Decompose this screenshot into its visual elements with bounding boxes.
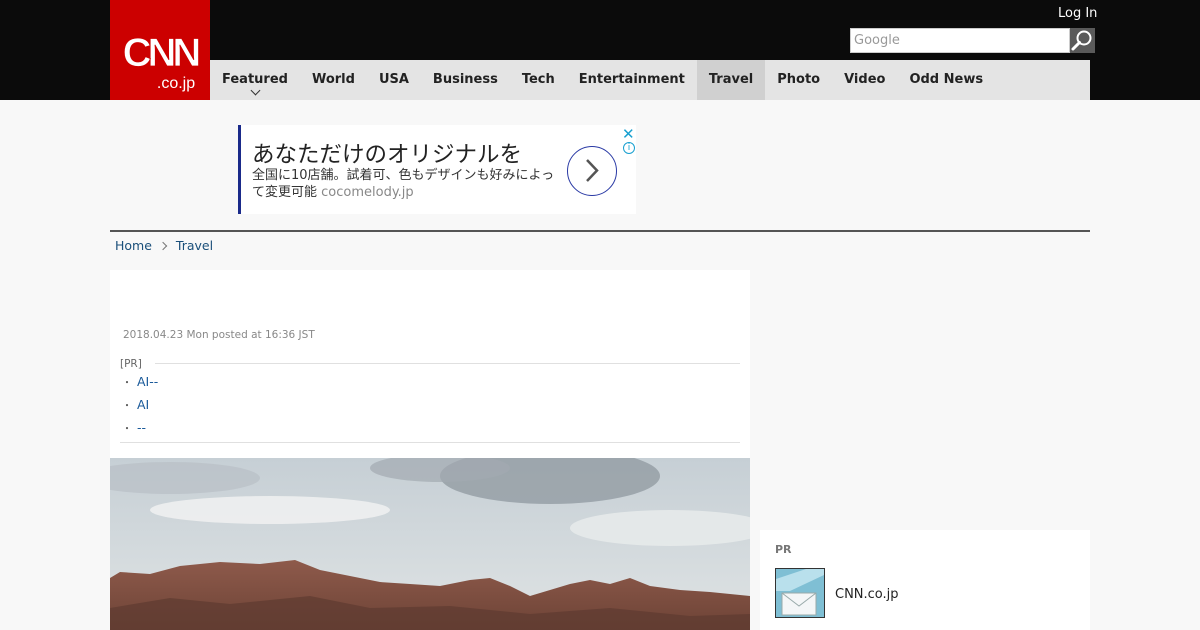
close-icon[interactable]: ✕ xyxy=(622,125,635,143)
ad-arrow-button[interactable] xyxy=(567,146,617,196)
breadcrumb-travel[interactable]: Travel xyxy=(176,238,213,253)
info-icon[interactable]: i xyxy=(623,142,635,154)
sidebar-pr-card: PR CNN.co.jp xyxy=(760,530,1090,630)
sidebar-thumbnail[interactable] xyxy=(775,568,825,618)
bullet: ・ xyxy=(122,424,132,435)
divider xyxy=(120,442,740,443)
divider xyxy=(155,363,740,364)
pr-link-list: ・ AI-- ・ AI ・ -- xyxy=(122,373,158,442)
nav-item-tech[interactable]: Tech xyxy=(510,60,567,100)
search-input[interactable] xyxy=(850,28,1070,53)
nav-item-travel[interactable]: Travel xyxy=(696,60,766,100)
ad-title[interactable]: あなただけのオリジナルを xyxy=(252,137,522,169)
top-header-bar: CNN .co.jp Log In Featured World USA Bus… xyxy=(0,0,1200,100)
logo-subtext: .co.jp xyxy=(157,75,195,92)
list-item: ・ AI-- xyxy=(122,373,158,396)
ad-description: 全国に10店舗。試着可、色もデザインも好みによって変更可能 cocomelody… xyxy=(252,167,562,201)
nav-item-odd-news[interactable]: Odd News xyxy=(897,60,995,100)
article-card: 2018.04.23 Mon posted at 16:36 JST [PR] … xyxy=(110,270,750,630)
nav-item-business[interactable]: Business xyxy=(421,60,510,100)
chevron-right-icon xyxy=(586,159,599,182)
login-link[interactable]: Log In xyxy=(1058,6,1097,21)
breadcrumb: Home Travel xyxy=(115,238,213,253)
cnn-logo[interactable]: CNN .co.jp xyxy=(110,0,210,100)
nav-item-featured[interactable]: Featured xyxy=(210,60,300,100)
sidebar-link[interactable]: CNN.co.jp xyxy=(835,587,899,602)
logo-text: CNN xyxy=(123,31,200,75)
list-item: ・ -- xyxy=(122,419,158,442)
chevron-down-icon xyxy=(250,85,261,96)
section-divider xyxy=(110,230,1090,232)
cnn-logo-mark: CNN .co.jp xyxy=(122,31,204,92)
bullet: ・ xyxy=(122,378,132,389)
list-item: ・ AI xyxy=(122,396,158,419)
article-date: 2018.04.23 Mon posted at 16:36 JST xyxy=(123,329,315,341)
nav-item-entertainment[interactable]: Entertainment xyxy=(567,60,697,100)
nav-item-world[interactable]: World xyxy=(300,60,367,100)
main-nav: Featured World USA Business Tech Enterta… xyxy=(210,60,1090,100)
nav-item-usa[interactable]: USA xyxy=(367,60,421,100)
nav-item-video[interactable]: Video xyxy=(832,60,897,100)
bullet: ・ xyxy=(122,401,132,412)
chevron-right-icon xyxy=(158,241,168,250)
pr-link[interactable]: AI-- xyxy=(137,374,158,389)
ad-domain: cocomelody.jp xyxy=(321,185,414,200)
pr-link[interactable]: -- xyxy=(137,420,146,435)
search-icon xyxy=(1071,30,1092,51)
pr-link[interactable]: AI xyxy=(137,397,149,412)
nav-item-photo[interactable]: Photo xyxy=(765,60,832,100)
sidebar-pr-label: PR xyxy=(775,543,792,556)
envelope-icon xyxy=(776,569,824,617)
article-photo xyxy=(110,458,750,630)
ad-banner[interactable]: あなただけのオリジナルを 全国に10店舗。試着可、色もデザインも好みによって変更… xyxy=(238,125,636,214)
search-button[interactable] xyxy=(1070,28,1095,53)
pr-label: [PR] xyxy=(120,358,142,370)
breadcrumb-home[interactable]: Home xyxy=(115,238,152,253)
